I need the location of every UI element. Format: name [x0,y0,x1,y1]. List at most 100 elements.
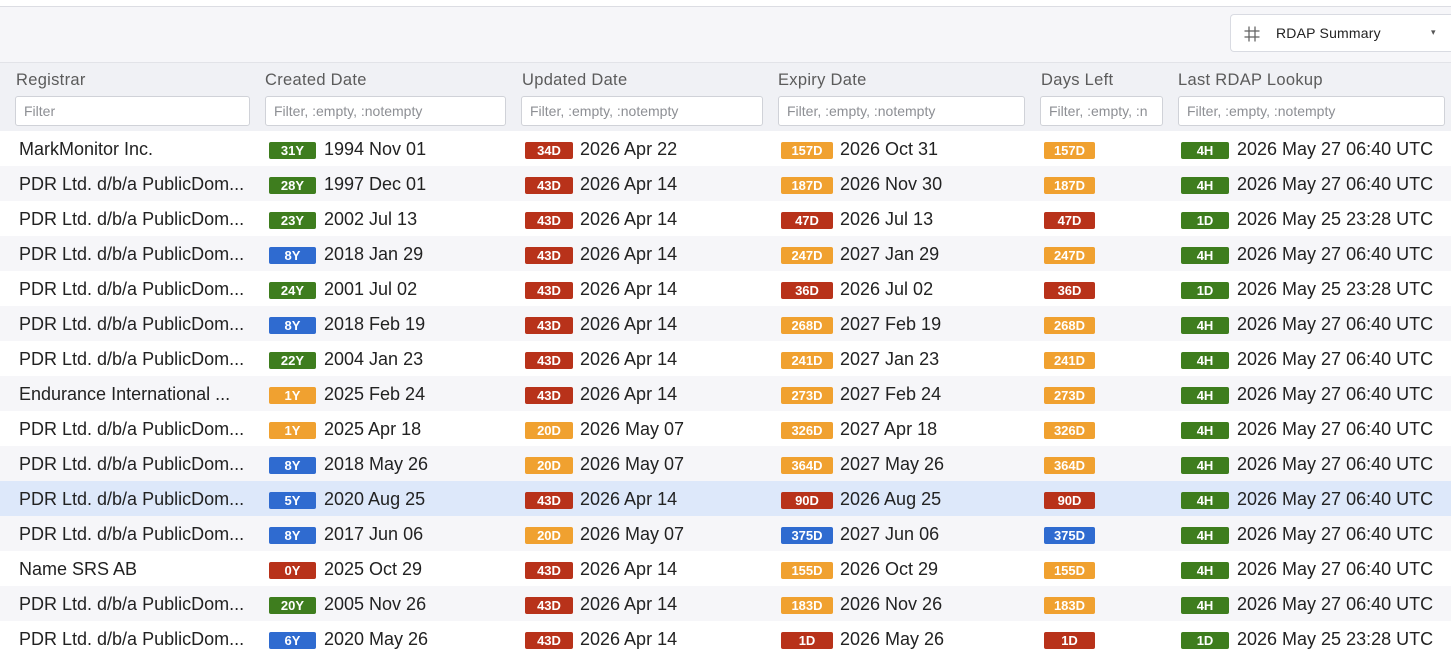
registrar-cell: Name SRS AB [19,559,138,579]
registrar-cell: PDR Ltd. d/b/a PublicDom... [19,209,245,229]
column-title-expiry-date[interactable]: Expiry Date [778,71,867,90]
expiry-date-cell: 2027 Jan 29 [840,244,940,264]
registrar-cell: MarkMonitor Inc. [19,139,154,159]
updated-date-cell: 2026 Apr 14 [580,594,678,614]
table-row[interactable]: PDR Ltd. d/b/a PublicDom... 8Y 2018 Feb 19… [0,306,1451,341]
expiry-remaining-badge: 375D [781,527,833,544]
column-title-registrar[interactable]: Registrar [16,71,86,90]
last-lookup-cell: 2026 May 25 23:28 UTC [1237,279,1434,299]
table-row[interactable]: PDR Ltd. d/b/a PublicDom... 20Y 2005 Nov 2… [0,586,1451,621]
created-age-badge: 23Y [269,212,316,229]
expiry-date-cell: 2026 Jul 13 [840,209,934,229]
expiry-date-cell: 2027 Feb 19 [840,314,942,334]
updated-age-badge: 20D [525,527,573,544]
last-lookup-cell: 2026 May 27 06:40 UTC [1237,524,1434,544]
days-left-badge: 326D [1044,422,1095,439]
days-left-badge: 47D [1044,212,1095,229]
updated-age-badge: 43D [525,352,573,369]
registrar-cell: PDR Ltd. d/b/a PublicDom... [19,244,245,264]
table-row[interactable]: PDR Ltd. d/b/a PublicDom... 6Y 2020 May 26… [0,621,1451,656]
updated-date-cell: 2026 May 07 [580,454,685,474]
table-row[interactable]: PDR Ltd. d/b/a PublicDom... 5Y 2020 Aug 25… [0,481,1451,516]
lookup-age-badge: 4H [1181,422,1229,439]
table-row[interactable]: MarkMonitor Inc. 31Y 1994 Nov 01 34D 2026 Ap… [0,131,1451,166]
table-row[interactable]: PDR Ltd. d/b/a PublicDom... 22Y 2004 Jan 2… [0,341,1451,376]
table-row[interactable]: Name SRS AB 0Y 2025 Oct 29 43D 2026 Apr 14 15… [0,551,1451,586]
expiry-remaining-badge: 273D [781,387,833,404]
lookup-age-badge: 4H [1181,562,1229,579]
lookup-age-badge: 4H [1181,352,1229,369]
last-lookup-cell: 2026 May 25 23:28 UTC [1237,209,1434,229]
filter-input-last-rdap-lookup[interactable] [1178,96,1445,126]
table-row[interactable]: PDR Ltd. d/b/a PublicDom... 8Y 2017 Jun 06… [0,516,1451,551]
days-left-badge: 155D [1044,562,1095,579]
table-body: MarkMonitor Inc. 31Y 1994 Nov 01 34D 2026 Ap… [0,131,1451,656]
created-age-badge: 8Y [269,457,316,474]
days-left-badge: 241D [1044,352,1095,369]
updated-age-badge: 43D [525,632,573,649]
created-age-badge: 8Y [269,247,316,264]
created-age-badge: 20Y [269,597,316,614]
created-date-cell: 2018 May 26 [324,454,429,474]
updated-date-cell: 2026 Apr 14 [580,349,678,369]
table-row[interactable]: PDR Ltd. d/b/a PublicDom... 28Y 1997 Dec 0… [0,166,1451,201]
created-age-badge: 1Y [269,387,316,404]
updated-age-badge: 43D [525,317,573,334]
lookup-age-badge: 4H [1181,597,1229,614]
view-selector[interactable]: RDAP Summary ▾ [1230,14,1451,52]
last-lookup-cell: 2026 May 27 06:40 UTC [1237,314,1434,334]
created-age-badge: 22Y [269,352,316,369]
table-row[interactable]: PDR Ltd. d/b/a PublicDom... 1Y 2025 Apr 18… [0,411,1451,446]
toolbar: RDAP Summary ▾ [0,7,1451,62]
view-selector-label: RDAP Summary [1276,25,1381,41]
column-title-last-rdap-lookup[interactable]: Last RDAP Lookup [1178,71,1323,90]
updated-date-cell: 2026 Apr 14 [580,559,678,579]
updated-age-badge: 43D [525,177,573,194]
column-title-days-left[interactable]: Days Left [1041,71,1113,90]
expiry-date-cell: 2027 May 26 [840,454,945,474]
table-row[interactable]: PDR Ltd. d/b/a PublicDom... 8Y 2018 Jan 29… [0,236,1451,271]
last-lookup-cell: 2026 May 27 06:40 UTC [1237,244,1434,264]
filter-input-updated-date[interactable] [521,96,763,126]
registrar-cell: PDR Ltd. d/b/a PublicDom... [19,454,245,474]
updated-date-cell: 2026 Apr 22 [580,139,678,159]
registrar-cell: PDR Ltd. d/b/a PublicDom... [19,489,245,509]
expiry-date-cell: 2026 Aug 25 [840,489,942,509]
created-age-badge: 8Y [269,317,316,334]
updated-age-badge: 43D [525,212,573,229]
lookup-age-badge: 4H [1181,457,1229,474]
lookup-age-badge: 4H [1181,492,1229,509]
created-date-cell: 2025 Apr 18 [324,419,422,439]
table-row[interactable]: PDR Ltd. d/b/a PublicDom... 24Y 2001 Jul 0… [0,271,1451,306]
last-lookup-cell: 2026 May 27 06:40 UTC [1237,384,1434,404]
filter-input-days-left[interactable] [1040,96,1163,126]
created-date-cell: 2018 Feb 19 [324,314,426,334]
updated-age-badge: 43D [525,387,573,404]
filter-input-registrar[interactable] [15,96,250,126]
filter-input-created-date[interactable] [265,96,506,126]
days-left-badge: 187D [1044,177,1095,194]
created-date-cell: 2017 Jun 06 [324,524,424,544]
created-date-cell: 2025 Oct 29 [324,559,423,579]
column-title-created-date[interactable]: Created Date [265,71,367,90]
table-row[interactable]: Endurance International ... 1Y 2025 Feb 24… [0,376,1451,411]
days-left-badge: 183D [1044,597,1095,614]
expiry-remaining-badge: 187D [781,177,833,194]
updated-age-badge: 43D [525,562,573,579]
table-row[interactable]: PDR Ltd. d/b/a PublicDom... 8Y 2018 May 26… [0,446,1451,481]
created-date-cell: 2001 Jul 02 [324,279,418,299]
created-age-badge: 1Y [269,422,316,439]
updated-age-badge: 43D [525,492,573,509]
registrar-cell: PDR Ltd. d/b/a PublicDom... [19,349,245,369]
lookup-age-badge: 4H [1181,247,1229,264]
filter-input-expiry-date[interactable] [778,96,1025,126]
days-left-badge: 273D [1044,387,1095,404]
last-lookup-cell: 2026 May 27 06:40 UTC [1237,559,1434,579]
created-age-badge: 31Y [269,142,316,159]
updated-age-badge: 43D [525,282,573,299]
column-title-updated-date[interactable]: Updated Date [522,71,627,90]
lookup-age-badge: 4H [1181,527,1229,544]
updated-date-cell: 2026 Apr 14 [580,489,678,509]
updated-age-badge: 20D [525,422,573,439]
table-row[interactable]: PDR Ltd. d/b/a PublicDom... 23Y 2002 Jul 1… [0,201,1451,236]
